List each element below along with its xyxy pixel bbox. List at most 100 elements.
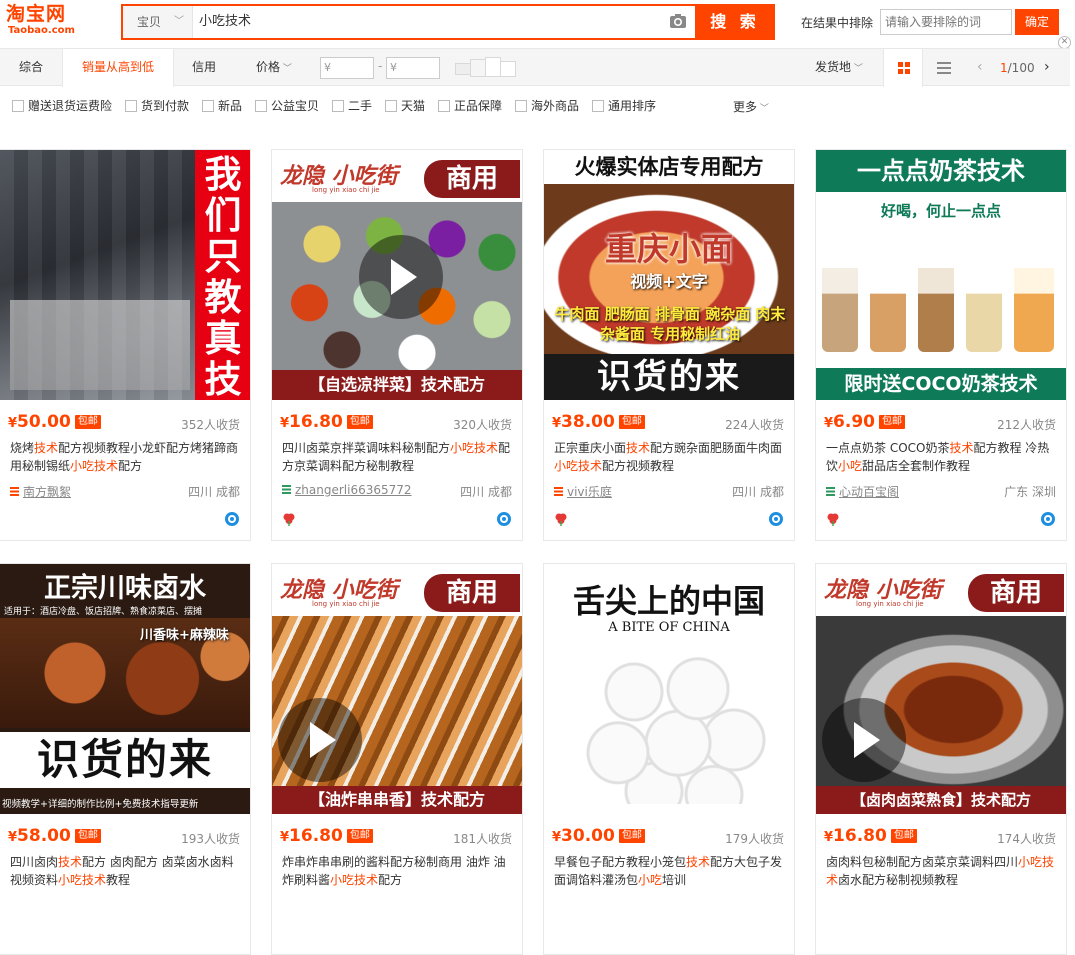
product-image-footer-text: 视频教学+详细的制作比例+免费技术指导更新 [2,799,199,810]
camera-icon[interactable] [669,13,687,29]
product-title[interactable]: 早餐包子配方教程小笼包技术配方大包子发面调馅料灌汤包小吃培训 [554,853,786,889]
product-image[interactable]: 龙隐 小吃街 long yin xiao chi jie 商用 【油炸串串香】技… [272,564,522,814]
sort-bar: 综合 销量从高到低 信用 价格 ﹀ ¥ - ¥ 发货地 ﹀ ‹ 1/100 › [0,48,1070,88]
product-card[interactable]: 正宗川味卤水 适用于：酒店冷盘、饭店招牌、熟食凉菜店、摆摊 川香味+麻辣味 识货… [0,563,251,955]
exclude-input[interactable] [880,9,1012,35]
sort-tab-credit[interactable]: 信用 [174,49,234,86]
price-min-input[interactable]: ¥ [320,57,374,79]
wangwang-chat-icon[interactable] [1040,511,1056,527]
product-card[interactable]: 龙隐 小吃街 long yin xiao chi jie 商用 【油炸串串香】技… [271,563,523,955]
commercial-tag: 商用 [424,160,520,198]
filter-secondhand[interactable]: 二手 [332,98,372,114]
list-view-button[interactable] [923,49,965,86]
product-price: ¥50.00 包邮 [8,412,101,432]
filter-overseas[interactable]: 海外商品 [515,98,579,114]
checkbox[interactable] [12,100,24,112]
pager-total: /100 [1007,61,1035,75]
filter-return-insurance[interactable]: 赠送退货运费险 [12,98,112,114]
sort-tab-sales[interactable]: 销量从高到低 [62,49,174,87]
shop-icon [826,487,835,496]
product-title[interactable]: 一点点奶茶 COCO奶茶技术配方教程 冷热饮小吃甜品店全套制作教程 [826,439,1058,475]
checkbox[interactable] [332,100,344,112]
pager-next-icon[interactable]: › [1044,59,1050,75]
product-card[interactable]: 一点点奶茶技术 好喝，何止一点点 限时送COCO奶茶技术 ¥6.90 包邮 212… [815,149,1067,541]
checkbox[interactable] [592,100,604,112]
play-video-icon[interactable] [359,235,443,319]
search-input[interactable] [199,6,679,38]
product-image[interactable]: 正宗川味卤水 适用于：酒店冷盘、饭店招牌、熟食凉菜店、摆摊 川香味+麻辣味 识货… [0,564,250,814]
exclude-confirm-button[interactable]: 确定 [1015,9,1059,35]
shop-link[interactable]: zhangerli66365772 [282,483,412,497]
price-value: 50.00 [17,412,71,432]
product-image-caption: 【油炸串串香】技术配方 [272,786,522,814]
pager-prev-icon[interactable]: ‹ [977,59,983,75]
search-category-select[interactable]: 宝贝 ﹀ [123,6,193,38]
shop-link[interactable]: 南方飘絮 [10,483,71,500]
search-category-label: 宝贝 [137,15,162,29]
ship-from-dropdown[interactable]: 发货地 ﹀ [815,49,863,88]
chevron-down-icon: ﹀ [280,64,292,74]
sort-tab-price[interactable]: 价格 ﹀ [246,49,302,86]
product-image-caption: 【自选凉拌菜】技术配方 [272,370,522,400]
price-range-chart-icon[interactable] [455,57,517,79]
product-title[interactable]: 四川卤菜京拌菜调味料秘制配方小吃技术配方京菜调料配方秘制教程 [282,439,514,475]
wangwang-chat-icon[interactable] [496,511,512,527]
filter-general-sort[interactable]: 通用排序 [592,98,656,114]
checkbox[interactable] [202,100,214,112]
sort-tab-default[interactable]: 综合 [0,49,62,86]
price-max-input[interactable]: ¥ [386,57,440,79]
product-card[interactable]: 龙隐 小吃街 long yin xiao chi jie 商用 【卤肉卤菜熟食】… [815,563,1067,955]
product-title[interactable]: 烧烤技术配方视频教程小龙虾配方烤猪蹄商用秘制锡纸小吃技术配方 [10,439,242,475]
product-image-bottom-text: 识货的来 [544,354,794,400]
free-shipping-badge: 包邮 [890,829,917,843]
product-image[interactable]: 我们只教真技术 [0,150,250,400]
filter-tmall[interactable]: 天猫 [385,98,425,114]
product-image[interactable]: 龙隐 小吃街 long yin xiao chi jie 商用 【卤肉卤菜熟食】… [816,564,1066,814]
product-image[interactable]: 火爆实体店专用配方 重庆小面 视频+文字 牛肉面 肥肠面 排骨面 豌杂面 肉末杂… [544,150,794,400]
filter-charity[interactable]: 公益宝贝 [255,98,319,114]
logo-main-text: 淘宝网 [6,3,67,25]
checkbox[interactable] [125,100,137,112]
product-image-slogan: 好喝，何止一点点 [880,202,1001,220]
grid-view-button[interactable] [883,49,923,87]
product-image-top-text: 一点点奶茶技术 [816,150,1066,192]
product-title[interactable]: 炸串炸串串刷的酱料配方秘制商用 油炸 油炸刷料酱小吃技术配方 [282,853,514,889]
play-video-icon[interactable] [278,698,362,782]
shop-link[interactable]: vivi乐庭 [554,483,612,500]
checkbox[interactable] [255,100,267,112]
product-image[interactable]: 舌尖上的中国 A BITE OF CHINA [544,564,794,814]
filter-new[interactable]: 新品 [202,98,242,114]
product-card[interactable]: 龙隐 小吃街 long yin xiao chi jie 商用 【自选凉拌菜】技… [271,149,523,541]
product-image[interactable]: 龙隐 小吃街 long yin xiao chi jie 商用 【自选凉拌菜】技… [272,150,522,400]
filter-cod[interactable]: 货到付款 [125,98,189,114]
search-button[interactable]: 搜 索 [695,4,775,40]
checkbox[interactable] [438,100,450,112]
free-shipping-badge: 包邮 [346,829,373,843]
product-title[interactable]: 四川卤肉技术配方 卤肉配方 卤菜卤水卤料视频资料小吃技术教程 [10,853,242,889]
location: 广东 深圳 [1004,485,1056,499]
sales-count: 174人收货 [997,832,1056,846]
product-image-main-text: 重庆小面 [604,230,733,268]
product-card[interactable]: 舌尖上的中国 A BITE OF CHINA ¥30.00 包邮 179人收货 早… [543,563,795,955]
product-image-text: 我们只教真技术 [204,152,242,401]
product-price: ¥38.00 包邮 [552,412,645,432]
free-shipping-badge: 包邮 [74,829,101,843]
more-filters-button[interactable]: 更多 ﹀ [733,98,769,115]
product-title[interactable]: 正宗重庆小面技术配方豌杂面肥肠面牛肉面小吃技术配方视频教程 [554,439,786,475]
wangwang-chat-icon[interactable] [224,511,240,527]
taobao-logo[interactable]: 淘宝网 Taobao.com [6,3,106,41]
shop-name: 心动百宝阁 [839,485,900,499]
filter-label: 新品 [218,99,243,113]
checkbox[interactable] [385,100,397,112]
product-title[interactable]: 卤肉料包秘制配方卤菜京菜调料四川小吃技术卤水配方秘制视频教程 [826,853,1058,889]
price-value: 16.80 [289,826,343,846]
checkbox[interactable] [515,100,527,112]
sales-count: 320人收货 [453,418,512,432]
product-card[interactable]: 我们只教真技术 ¥50.00包邮 352人收货 烧烤技术配方视频教程小龙虾配方烤… [0,149,251,541]
shop-link[interactable]: 心动百宝阁 [826,483,899,500]
wangwang-chat-icon[interactable] [768,511,784,527]
product-card[interactable]: 火爆实体店专用配方 重庆小面 视频+文字 牛肉面 肥肠面 排骨面 豌杂面 肉末杂… [543,149,795,541]
play-video-icon[interactable] [822,698,906,782]
filter-genuine[interactable]: 正品保障 [438,98,502,114]
product-image[interactable]: 一点点奶茶技术 好喝，何止一点点 限时送COCO奶茶技术 [816,150,1066,400]
